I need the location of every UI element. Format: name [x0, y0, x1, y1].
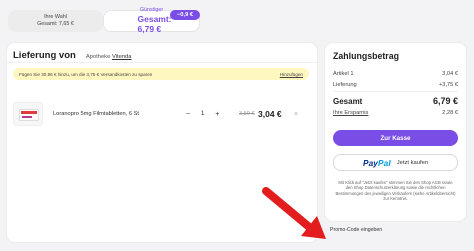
pharmacy-link[interactable]: Vitenda: [112, 54, 132, 60]
payment-summary-panel: Zahlungsbetrag Artikel 1 3,04 € Lieferun…: [325, 43, 466, 221]
checkout-button[interactable]: Zur Kasse: [333, 130, 458, 146]
summary-label: Lieferung: [333, 82, 357, 88]
shipping-note: Fügen Sie 30,96 € hinzu, um die 3,75 € V…: [13, 68, 309, 80]
delivery-title: Lieferung von: [13, 50, 76, 61]
legal-text: Mit Klick auf "Jetzt kaufen" stimmen Sie…: [335, 180, 456, 201]
savings-badge: −0,9 €: [170, 10, 200, 20]
paypal-logo-part-a: Pay: [362, 157, 379, 168]
old-price: 3,59 €: [239, 111, 255, 117]
divider: [7, 62, 317, 63]
quantity-stepper: − 1 +: [185, 111, 233, 118]
tab-label: Ihre Wahl: [44, 14, 67, 21]
minus-icon[interactable]: −: [185, 111, 191, 118]
quantity-value: 1: [201, 111, 205, 117]
cart-page: Ihre Wahl Gesamt: 7,65 € Günstiger Gesam…: [0, 0, 474, 251]
delivery-card: Lieferung von Apotheke Vitenda Fügen Sie…: [7, 43, 317, 242]
summary-label: Gesamt: [333, 97, 363, 106]
pharmacy-prefix: Apotheke: [85, 54, 111, 60]
paypal-button[interactable]: PayPal Jetzt kaufen: [333, 154, 458, 171]
tab-total: Gesamt: 7,65 €: [37, 21, 74, 27]
paypal-logo: PayPal: [363, 158, 391, 168]
pharmacy-info: Apotheke Vitenda: [86, 54, 132, 60]
product-row: Loranopro 5mg Filmtabletten, 6 St − 1 + …: [13, 99, 311, 129]
summary-divider: [333, 91, 458, 92]
plus-icon[interactable]: +: [214, 111, 220, 118]
summary-label: Artikel 1: [333, 71, 354, 77]
summary-row-articles: Artikel 1 3,04 €: [333, 71, 458, 77]
tab-label: Günstiger: [139, 7, 164, 13]
delivery-header: Lieferung von Apotheke Vitenda: [13, 50, 132, 61]
summary-row-delivery: Lieferung +3,75 €: [333, 82, 458, 88]
summary-value: +3,75 €: [438, 82, 458, 88]
savings-link[interactable]: Ihre Ersparnis: [333, 110, 368, 116]
shipping-note-text: Fügen Sie 30,96 € hinzu, um die 3,75 € V…: [19, 71, 153, 77]
close-icon[interactable]: ×: [292, 111, 300, 118]
medicine-box-icon: [13, 102, 43, 126]
promo-code-link[interactable]: Promo-Code eingeben: [330, 227, 382, 233]
summary-row-total: Gesamt 6,79 €: [333, 96, 458, 106]
product-price: 3,04 €: [258, 109, 282, 119]
add-items-link[interactable]: Hinzufügen: [280, 72, 303, 77]
paypal-logo-part-b: Pal: [378, 157, 391, 168]
product-pack: [19, 109, 39, 121]
payment-title: Zahlungsbetrag: [333, 51, 399, 61]
summary-value: 3,04 €: [442, 71, 458, 77]
tab-your-choice[interactable]: Ihre Wahl Gesamt: 7,65 €: [8, 10, 103, 32]
paypal-button-label: Jetzt kaufen: [396, 159, 429, 166]
summary-row-savings: Ihre Ersparnis 2,28 €: [333, 110, 458, 116]
tab-total: Gesamt: 6,79 €: [137, 13, 172, 35]
summary-value: 2,28 €: [442, 110, 458, 116]
summary-value: 6,79 €: [432, 96, 458, 106]
product-name[interactable]: Loranopro 5mg Filmtabletten, 6 St: [53, 111, 178, 117]
